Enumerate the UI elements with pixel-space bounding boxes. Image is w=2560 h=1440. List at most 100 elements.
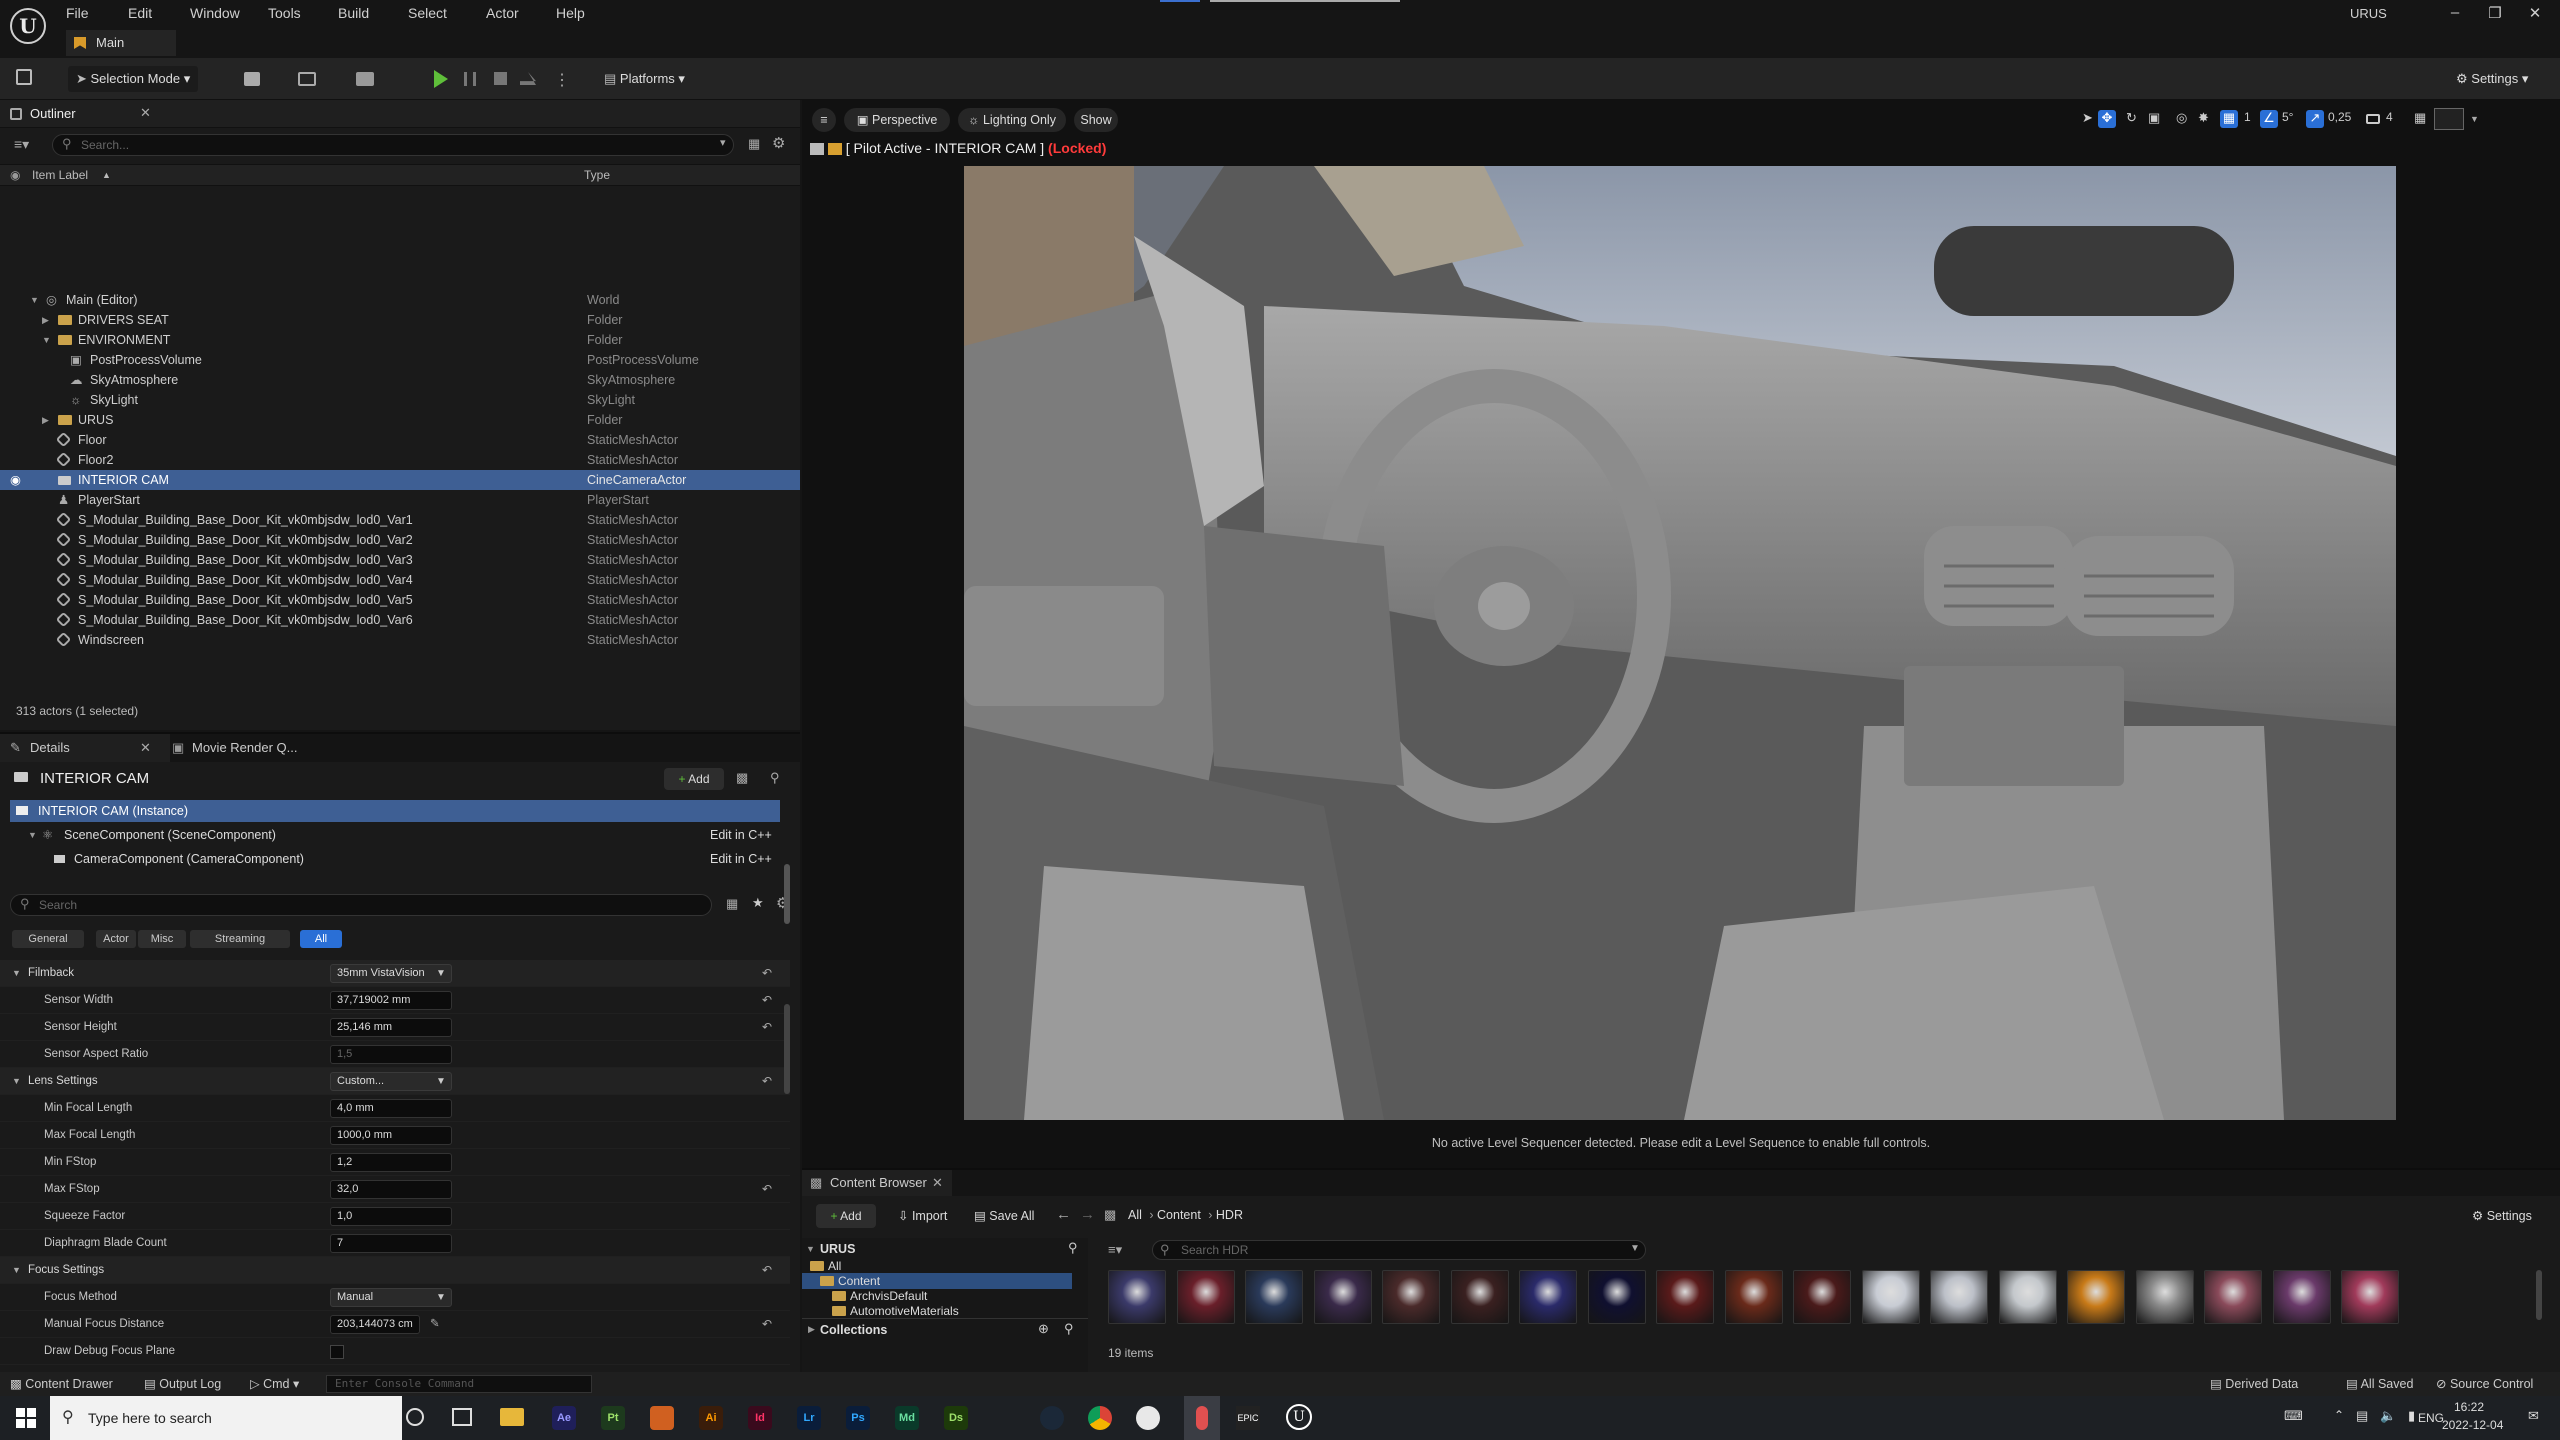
tree-folder[interactable]: Content — [802, 1273, 1072, 1289]
component-camera[interactable]: CameraComponent (CameraComponent) Edit i… — [10, 848, 780, 870]
collections-row[interactable]: ▶ Collections ⊕ ⚲ — [802, 1318, 1088, 1340]
outliner-row[interactable]: ☁ SkyAtmosphere SkyAtmosphere — [0, 370, 800, 390]
derived-data-button[interactable]: ▤ Derived Data — [2210, 1372, 2298, 1396]
show-button[interactable]: Show — [1074, 108, 1118, 132]
notification-icon[interactable]: ✉ — [2528, 1408, 2539, 1424]
taskbar-app-icon[interactable]: Lr — [797, 1406, 821, 1430]
hdr-asset-thumbnail[interactable] — [1519, 1270, 1577, 1324]
property-category[interactable]: ▼ Lens Settings Custom... ▼ ↶ — [0, 1068, 790, 1095]
hdr-asset-thumbnail[interactable] — [1656, 1270, 1714, 1324]
breadcrumb-item[interactable]: All — [1128, 1208, 1142, 1222]
property-field[interactable]: 1,0 — [330, 1207, 452, 1226]
hdr-asset-thumbnail[interactable] — [2204, 1270, 2262, 1324]
import-button[interactable]: ⇩ Import — [898, 1208, 947, 1223]
hdr-asset-thumbnail[interactable] — [1382, 1270, 1440, 1324]
outliner-row[interactable]: Floor2 StaticMeshActor — [0, 450, 800, 470]
menu-file[interactable]: File — [66, 3, 89, 23]
property-field[interactable]: 32,0 — [330, 1180, 452, 1199]
layout-icon[interactable]: ▦ — [2414, 110, 2426, 126]
outliner-row[interactable]: S_Modular_Building_Base_Door_Kit_vk0mbjs… — [0, 530, 800, 550]
grid-snap-icon[interactable]: ▦ — [2220, 110, 2238, 128]
menu-window[interactable]: Window — [190, 3, 240, 23]
tree-folder[interactable]: AutomotiveMaterials — [802, 1303, 1072, 1319]
save-icon[interactable] — [16, 69, 32, 85]
menu-actor[interactable]: Actor — [486, 3, 519, 23]
close-icon[interactable]: ✕ — [932, 1170, 943, 1196]
chevron-down-icon[interactable]: ▼ — [30, 290, 39, 310]
battery-icon[interactable]: ▮ — [2408, 1408, 2415, 1424]
taskbar-app-icon[interactable]: Id — [748, 1406, 772, 1430]
gear-icon[interactable]: ⚙ — [772, 134, 785, 152]
chevron-right-icon[interactable]: ▶ — [42, 310, 49, 330]
menu-edit[interactable]: Edit — [128, 3, 152, 23]
hdr-asset-thumbnail[interactable] — [1998, 1270, 2057, 1324]
console-input[interactable]: Enter Console Command — [326, 1375, 592, 1393]
keyboard-icon[interactable]: ⌨ — [2284, 1408, 2303, 1424]
outliner-row[interactable]: S_Modular_Building_Base_Door_Kit_vk0mbjs… — [0, 510, 800, 530]
menu-build[interactable]: Build — [338, 3, 369, 23]
hdr-asset-thumbnail[interactable] — [2272, 1270, 2331, 1324]
breadcrumb-item[interactable]: Content — [1157, 1208, 1201, 1222]
step-icon[interactable] — [464, 72, 476, 86]
chevron-down-icon[interactable]: ▼ — [436, 1068, 446, 1095]
task-view-icon[interactable] — [452, 1408, 472, 1426]
hdr-asset-thumbnail[interactable] — [1930, 1270, 1988, 1324]
save-all-button[interactable]: ▤ Save All — [974, 1208, 1034, 1223]
viewport-render[interactable] — [964, 166, 2396, 1120]
taskbar-app-icon[interactable]: Md — [895, 1406, 919, 1430]
clock-time[interactable]: 16:22 — [2454, 1400, 2484, 1414]
clock-date[interactable]: 2022-12-04 — [2442, 1418, 2503, 1432]
taskbar-app-icon[interactable] — [650, 1406, 674, 1430]
hdr-asset-thumbnail[interactable] — [2067, 1270, 2125, 1324]
outliner-row[interactable]: ▶ URUS Folder — [0, 410, 800, 430]
tree-folder[interactable]: All — [802, 1258, 1072, 1274]
hdr-asset-thumbnail[interactable] — [1724, 1270, 1783, 1324]
minimize-icon[interactable]: – — [2440, 4, 2470, 21]
table-view-icon[interactable]: ▦ — [726, 896, 738, 912]
camera-speed-icon[interactable] — [2366, 114, 2380, 124]
rotation-snap-icon[interactable]: ∠ — [2260, 110, 2278, 128]
outliner-row[interactable]: ◉ INTERIOR CAM CineCameraActor — [0, 470, 800, 490]
close-icon[interactable]: ✕ — [140, 105, 151, 121]
chevron-right-icon[interactable]: ▶ — [808, 1324, 815, 1335]
eject-pilot-icon[interactable] — [810, 143, 824, 156]
grid-snap-value[interactable]: 1 — [2244, 110, 2251, 124]
outliner-row[interactable]: Windscreen StaticMeshActor — [0, 630, 800, 650]
chevron-up-icon[interactable]: ⌃ — [2334, 1408, 2344, 1422]
edit-cpp-link[interactable]: Edit in C++ — [710, 848, 772, 870]
chevron-down-icon[interactable]: ▼ — [12, 1257, 21, 1284]
camera-speed-value[interactable]: 4 — [2386, 110, 2393, 124]
outliner-row[interactable]: S_Modular_Building_Base_Door_Kit_vk0mbjs… — [0, 570, 800, 590]
language-indicator[interactable]: ENG — [2418, 1411, 2444, 1425]
add-content-icon[interactable] — [244, 72, 260, 86]
output-log-button[interactable]: ▤ Output Log — [144, 1372, 221, 1396]
hdr-asset-thumbnail[interactable] — [1108, 1270, 1166, 1324]
taskbar-search-input[interactable]: ⚲ Type here to search — [50, 1396, 402, 1440]
move-icon[interactable]: ✥ — [2098, 110, 2116, 128]
eject-icon[interactable] — [520, 72, 536, 85]
property-field[interactable]: 37,719002 mm — [330, 991, 452, 1010]
cmd-dropdown[interactable]: ▷ Cmd ▾ — [250, 1372, 299, 1396]
file-explorer-icon[interactable] — [500, 1408, 524, 1426]
filter-icon[interactable]: ≡▾ — [1108, 1242, 1122, 1258]
menu-help[interactable]: Help — [556, 3, 585, 23]
chevron-down-icon[interactable]: ▼ — [28, 824, 37, 846]
scale-snap-icon[interactable]: ↗ — [2306, 110, 2324, 128]
hdr-asset-thumbnail[interactable] — [1176, 1270, 1235, 1324]
taskbar-app-icon[interactable]: Pt — [601, 1406, 625, 1430]
property-dropdown[interactable]: Custom... — [330, 1072, 452, 1091]
details-search-input[interactable]: Search — [10, 894, 712, 916]
col-type[interactable]: Type — [584, 165, 610, 185]
outliner-row[interactable]: ☼ SkyLight SkyLight — [0, 390, 800, 410]
source-control-button[interactable]: ⊘ Source Control — [2436, 1372, 2533, 1396]
reset-icon[interactable]: ↶ — [762, 1068, 772, 1095]
davinci-icon[interactable] — [1136, 1406, 1160, 1430]
edit-cpp-link[interactable]: Edit in C++ — [710, 824, 772, 846]
outliner-search-input[interactable]: Search... — [52, 134, 734, 156]
blueprints-icon[interactable] — [298, 72, 316, 86]
reset-icon[interactable]: ↶ — [762, 1257, 772, 1284]
back-icon[interactable]: ← — [1056, 1206, 1071, 1223]
lighting-only-button[interactable]: ☼ Lighting Only — [958, 108, 1066, 132]
outliner-row[interactable]: Floor StaticMeshActor — [0, 430, 800, 450]
add-folder-icon[interactable]: ▦ — [748, 136, 760, 152]
